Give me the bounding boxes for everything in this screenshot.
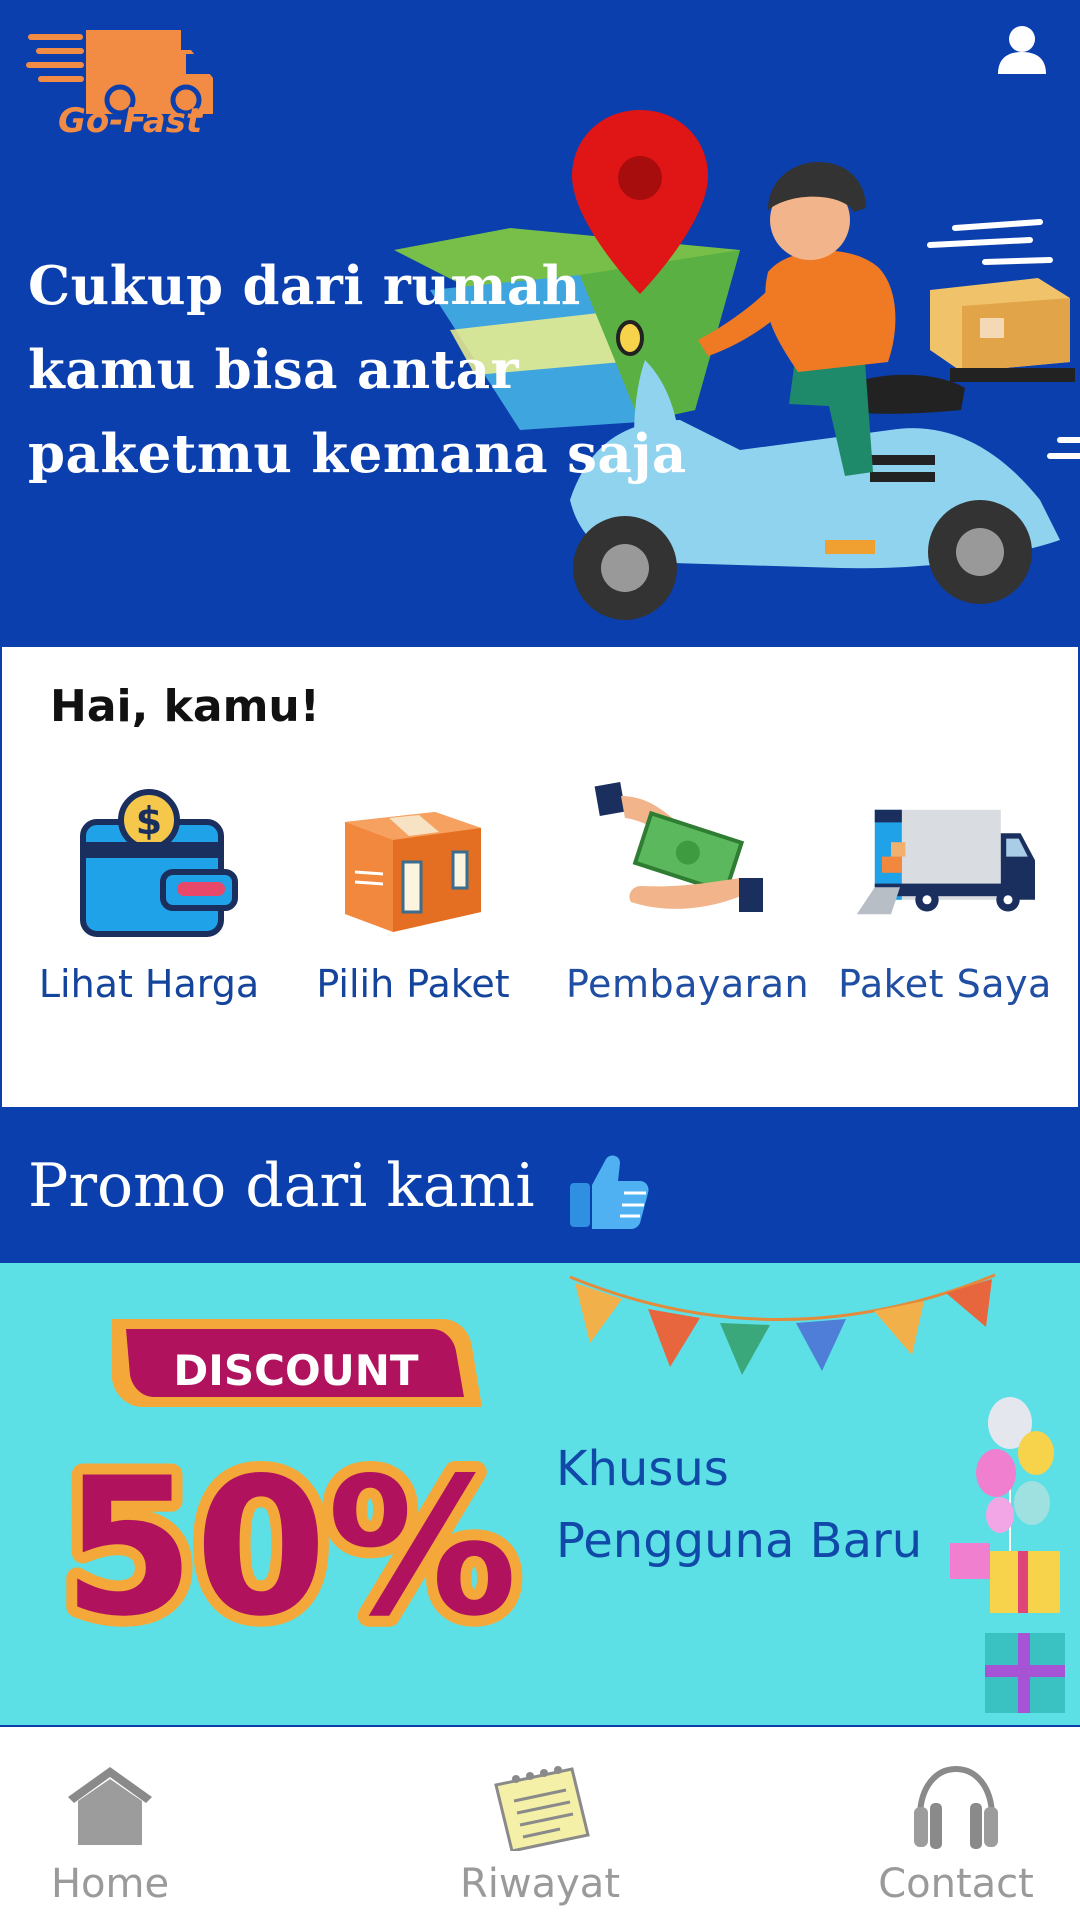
hero-title: Cukup dari rumah kamu bisa antar paketmu… [28, 244, 728, 496]
hero-title-line-1: Cukup dari rumah [28, 255, 581, 317]
promo-line-2: Pengguna Baru [556, 1513, 923, 1569]
nav-label-home: Home [50, 1861, 170, 1907]
menu-item-pembayaran[interactable]: Pembayaran [566, 781, 809, 1006]
logo-text: Go-Fast [58, 101, 204, 136]
menu-item-lihat-harga[interactable]: $ Lihat Harga [34, 782, 264, 1006]
headphones-icon [914, 1765, 998, 1849]
menu-label-lihat-harga: Lihat Harga [38, 962, 260, 1006]
bunting-flags-icon [575, 1279, 992, 1375]
nav-item-contact[interactable]: Contact [846, 1761, 1066, 1911]
menu-item-paket-saya[interactable]: Paket Saya [830, 782, 1060, 1006]
discount-percent-text: 50% [63, 1437, 518, 1658]
discount-badge-icon: DISCOUNT 50% 50% [52, 1319, 528, 1669]
svg-text:$: $ [136, 799, 162, 843]
menu-label-pilih-paket: Pilih Paket [316, 962, 510, 1006]
home-icon [68, 1767, 152, 1845]
package-box-icon [345, 812, 481, 932]
thumbs-up-icon [570, 1155, 649, 1229]
delivery-truck-icon [856, 809, 1035, 915]
menu-label-pembayaran: Pembayaran [566, 962, 810, 1006]
nav-item-home[interactable]: Home [0, 1761, 220, 1911]
hero-banner: Go-Fast Cukup dari rumah kamu bisa antar… [0, 0, 1080, 647]
nav-label-contact: Contact [878, 1861, 1034, 1907]
promo-line-1: Khusus [556, 1441, 729, 1497]
promo-banner-new-user[interactable]: DISCOUNT 50% 50% Khusus Pengguna Baru [0, 1263, 1080, 1727]
quick-menu-card: Hai, kamu! $ Lihat Harga Pilih Paket Pem… [0, 647, 1080, 1109]
nav-item-riwayat[interactable]: Riwayat [430, 1761, 650, 1911]
bottom-navigation: Home Riwayat Contact [0, 1727, 1080, 1920]
user-profile-icon[interactable] [994, 22, 1050, 78]
menu-label-paket-saya: Paket Saya [838, 962, 1052, 1006]
promo-text: Khusus Pengguna Baru [556, 1433, 922, 1577]
promo-section-title: Promo dari kami [28, 1151, 535, 1221]
wallet-icon: $ [80, 789, 238, 937]
notepad-icon [494, 1766, 590, 1851]
nav-label-riwayat: Riwayat [460, 1861, 620, 1907]
promo-section-header: Promo dari kami [0, 1109, 1080, 1263]
balloons-gifts-icon [950, 1397, 1065, 1713]
menu-item-pilih-paket[interactable]: Pilih Paket [298, 782, 528, 1006]
hero-title-line-2: kamu bisa antar [28, 339, 520, 401]
go-fast-logo: Go-Fast [26, 30, 213, 136]
hero-title-line-3: paketmu kemana saja [28, 423, 687, 485]
discount-badge-text: DISCOUNT [173, 1346, 419, 1395]
payment-money-icon [594, 781, 763, 912]
greeting-text: Hai, kamu! [50, 681, 320, 732]
